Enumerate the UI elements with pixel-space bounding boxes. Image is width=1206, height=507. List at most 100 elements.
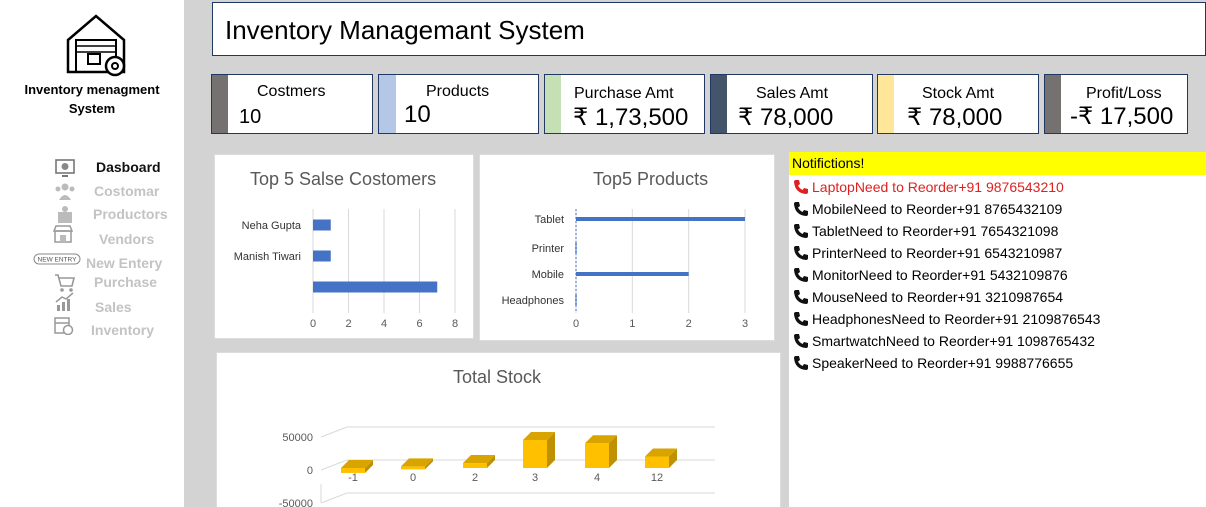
y-category-label: Mobile (532, 269, 564, 281)
kpi-value: 10 (404, 101, 431, 128)
sidebar-item-label: New Entery (86, 255, 163, 271)
column-front (523, 439, 547, 468)
notification-item[interactable]: SpeakerNeed to Reorder+91 9988776655 (793, 353, 1073, 373)
kpi-label: Sales Amt (756, 85, 829, 102)
top-customers-bar-chart: 0 2 4 6 8 Neha Gupta Manish Tiwari (234, 209, 458, 330)
notification-item[interactable]: MobileNeed to Reorder+91 8765432109 (793, 199, 1062, 219)
total-stock-3d-column-chart: 50000 0 -50000 -1 0 2 3 4 12 (279, 426, 715, 507)
x-tick-label: 0 (310, 318, 316, 330)
new-entry-icon: NEW ENTRY (33, 253, 81, 265)
x-category-label: -1 (348, 472, 358, 484)
x-tick-label: 8 (452, 318, 458, 330)
app-title: Inventory menagment System (24, 82, 160, 116)
sidebar-item-label: Inventory (91, 322, 155, 338)
sidebar-item-label: Sales (95, 299, 132, 315)
kpi-value: ₹ 78,000 (738, 104, 834, 131)
phone-icon (794, 290, 808, 304)
kpi-label: Purchase Amt (574, 85, 674, 102)
x-category-label: 12 (651, 472, 663, 484)
kpi-value: ₹ 1,73,500 (573, 104, 689, 131)
sales-chart-icon (55, 292, 74, 311)
phone-icon (794, 180, 808, 194)
phone-icon (794, 356, 808, 370)
top-products-bar-chart: 0 1 2 3 Tablet Printer Mobile Headphones (502, 209, 748, 330)
column-front (401, 466, 425, 470)
notification-text: SpeakerNeed to Reorder+91 9988776655 (812, 355, 1074, 371)
notification-text: PrinterNeed to Reorder+91 6543210987 (812, 245, 1063, 261)
warehouse-logo-icon (66, 14, 126, 77)
x-category-label: 2 (472, 472, 478, 484)
cart-icon (55, 274, 76, 292)
y-category-label: Printer (532, 243, 565, 255)
inventory-icon (54, 317, 74, 335)
sidebar-item-customers[interactable]: Costomar (0, 182, 184, 204)
x-tick-label: 0 (573, 318, 579, 330)
notification-item[interactable]: SmartwatchNeed to Reorder+91 1098765432 (793, 331, 1095, 351)
x-tick-label: 3 (742, 318, 748, 330)
notification-item[interactable]: TabletNeed to Reorder+91 7654321098 (793, 221, 1058, 241)
kpi-color-bar (878, 75, 894, 133)
bar (576, 217, 745, 221)
notifications-panel: Notifictions! LaptopNeed to Reorder+91 9… (789, 152, 1206, 507)
notification-item[interactable]: MouseNeed to Reorder+91 3210987654 (793, 287, 1063, 307)
phone-icon (794, 202, 808, 216)
notification-item[interactable]: LaptopNeed to Reorder+91 9876543210 (793, 177, 1064, 197)
notification-item[interactable]: HeadphonesNeed to Reorder+91 2109876543 (793, 309, 1100, 329)
kpi-label: Costmers (257, 83, 326, 100)
phone-icon (794, 312, 808, 326)
kpi-card-profit-loss: Profit/Loss -₹ 17,500 (1044, 74, 1188, 134)
phone-icon (794, 246, 808, 260)
notification-text: MouseNeed to Reorder+91 3210987654 (812, 289, 1064, 305)
kpi-card-sales-amt: Sales Amt ₹ 78,000 (710, 74, 873, 134)
column-front (463, 463, 487, 468)
notification-text: LaptopNeed to Reorder+91 9876543210 (812, 179, 1064, 195)
kpi-card-customers: Costmers 10 (211, 74, 373, 134)
header-bar: Inventory Managemant System (212, 2, 1206, 56)
new-entry-badge-text: NEW ENTRY (38, 257, 78, 264)
sidebar-item-new-entry[interactable]: NEW ENTRY New Entery (0, 253, 184, 275)
kpi-card-products: Products 10 (378, 74, 539, 134)
y-tick-label: -50000 (279, 498, 313, 507)
notification-item[interactable]: MonitorNeed to Reorder+91 5432109876 (793, 265, 1068, 285)
notifications-title: Notifictions! (792, 155, 865, 171)
gridline (320, 492, 715, 504)
x-category-label: 0 (410, 472, 416, 484)
notification-item[interactable]: PrinterNeed to Reorder+91 6543210987 (793, 243, 1062, 263)
sidebar-item-purchase[interactable]: Purchase (0, 273, 184, 295)
phone-icon (794, 268, 808, 282)
bar (576, 272, 689, 276)
sidebar-item-products[interactable]: Productors (0, 205, 184, 227)
kpi-color-bar (545, 75, 561, 133)
notification-text: SmartwatchNeed to Reorder+91 1098765432 (812, 333, 1095, 349)
page-title: Inventory Managemant System (225, 15, 585, 45)
x-tick-label: 2 (686, 318, 692, 330)
x-category-label: 4 (594, 472, 600, 484)
y-category-label: Manish Tiwari (234, 251, 301, 263)
bar (313, 219, 331, 231)
y-category-label: Neha Gupta (242, 220, 302, 232)
kpi-color-bar (1045, 75, 1061, 133)
kpi-color-bar (711, 75, 727, 133)
column-front (645, 456, 669, 468)
sidebar-item-label: Costomar (94, 183, 160, 199)
column-front (585, 443, 609, 468)
sidebar-item-dashboard[interactable]: Dasboard (0, 158, 184, 180)
bar (313, 250, 331, 262)
customers-icon (55, 183, 75, 200)
notification-text: TabletNeed to Reorder+91 7654321098 (812, 223, 1059, 239)
kpi-card-purchase-amt: Purchase Amt ₹ 1,73,500 (544, 74, 705, 134)
vendors-icon (52, 225, 74, 243)
notification-text: HeadphonesNeed to Reorder+91 2109876543 (812, 311, 1101, 327)
sidebar-item-sales[interactable]: Sales (0, 292, 184, 320)
sidebar-item-inventory[interactable]: Inventory (0, 317, 184, 343)
sidebar-item-vendors[interactable]: Vendors (0, 225, 184, 252)
chart-panel-top-customers: Top 5 Salse Costomers 0 2 4 6 8 Neha Gupta Man… (214, 154, 474, 339)
kpi-label: Profit/Loss (1086, 85, 1162, 102)
x-tick-label: 4 (381, 318, 387, 330)
kpi-value: -₹ 17,500 (1070, 103, 1174, 130)
kpi-label: Stock Amt (922, 85, 995, 102)
products-icon (58, 206, 72, 223)
y-category-label: Tablet (535, 214, 564, 226)
kpi-label: Products (426, 83, 490, 100)
sidebar-item-label: Productors (93, 206, 168, 222)
